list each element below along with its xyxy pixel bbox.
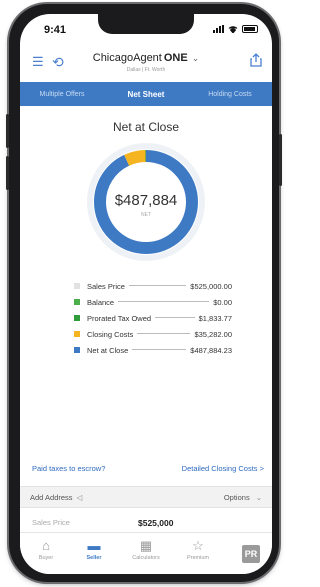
chart-legend: Sales Price $525,000.00 Balance $0.00 Prorat…	[74, 278, 232, 358]
chevron-down-icon: ⌄	[191, 53, 200, 63]
legend-swatch	[74, 299, 80, 305]
legend-leader-line	[155, 316, 195, 318]
nav-premium[interactable]: ☆ Premium	[176, 537, 220, 561]
legend-swatch	[74, 283, 80, 289]
legend-value: $525,000.00	[190, 281, 232, 291]
nav-calculators[interactable]: ▦ Calculators	[124, 537, 168, 561]
paid-taxes-link[interactable]: Paid taxes to escrow?	[32, 464, 105, 473]
app-title[interactable]: ChicagoAgent ONE ⌄	[20, 52, 272, 64]
legend-value: $1,833.77	[198, 313, 232, 323]
legend-value: $35,282.00	[194, 329, 232, 339]
notch	[98, 14, 194, 34]
status-time: 9:41	[44, 24, 67, 36]
brand-name-bold: ONE	[163, 52, 188, 64]
app-header: ☰ ⟲ ChicagoAgent ONE ⌄ Dallas | Ft. Worth	[20, 44, 272, 82]
nav-seller[interactable]: ▬ Seller	[72, 537, 116, 561]
donut-center-value: $487,884	[114, 192, 178, 209]
net-sheet-title: Net at Close	[112, 120, 180, 134]
legend-swatch	[74, 331, 80, 337]
wifi-icon	[228, 26, 238, 33]
volume-button	[6, 114, 9, 148]
add-address-label: Add Address	[30, 493, 73, 502]
legend-label: Balance	[87, 297, 115, 307]
tab-multiple-offers[interactable]: Multiple Offers	[20, 91, 104, 98]
legend-leader-line	[137, 332, 191, 334]
legend-row: Sales Price $525,000.00	[74, 278, 232, 294]
legend-label: Prorated Tax Owed	[87, 313, 152, 323]
legend-label: Sales Price	[87, 281, 125, 291]
sales-price-value: $525,000	[138, 518, 174, 528]
nav-label: Seller	[86, 555, 102, 561]
legend-row: Closing Costs $35,282.00	[74, 326, 232, 342]
legend-leader-line	[128, 284, 187, 286]
power-button	[279, 134, 282, 186]
donut-center-label: NET	[141, 212, 151, 218]
brand-logo: PR	[242, 545, 260, 563]
legend-row: Balance $0.00	[74, 294, 232, 310]
options-dropdown[interactable]: Options ⌄	[224, 493, 262, 502]
send-icon: ◁	[76, 493, 83, 502]
legend-swatch	[74, 315, 80, 321]
status-icons	[213, 25, 258, 33]
options-label: Options	[223, 493, 250, 502]
legend-label: Closing Costs	[87, 329, 134, 339]
house-icon: ⌂	[42, 538, 50, 553]
nav-label: Calculators	[132, 555, 160, 561]
market-subtitle: Dallas | Ft. Worth	[126, 67, 166, 73]
nav-label: Buyer	[38, 555, 54, 561]
legend-row: Prorated Tax Owed $1,833.77	[74, 310, 232, 326]
add-address-button[interactable]: Add Address ◁	[30, 493, 82, 502]
calculator-icon: ▦	[139, 538, 153, 553]
legend-label: Net at Close	[87, 345, 129, 355]
share-icon[interactable]	[250, 53, 262, 67]
legend-value: $487,884.23	[190, 345, 232, 355]
volume-button	[6, 156, 9, 190]
nav-label: Premium	[186, 555, 209, 561]
battery-icon	[242, 25, 258, 33]
seller-icon: ▬	[87, 538, 101, 553]
tab-holding-costs[interactable]: Holding Costs	[188, 91, 272, 98]
sales-price-label: Sales Price	[32, 518, 70, 527]
tab-net-sheet[interactable]: Net Sheet	[104, 90, 188, 99]
star-icon: ☆	[192, 538, 204, 553]
links-row: Paid taxes to escrow? Detailed Closing C…	[20, 464, 272, 478]
legend-swatch	[74, 347, 80, 353]
detailed-closing-costs-link[interactable]: Detailed Closing Costs >	[182, 464, 264, 473]
legend-leader-line	[132, 348, 187, 350]
legend-value: $0.00	[213, 297, 232, 307]
legend-leader-line	[118, 300, 210, 302]
brand-name: ChicagoAgent	[92, 52, 162, 64]
phone-screen: 9:41 ☰ ⟲ ChicagoAgent ONE ⌄ Dallas | Ft. W…	[20, 14, 272, 574]
legend-row: Net at Close $487,884.23	[74, 342, 232, 358]
chevron-down-icon: ⌄	[255, 493, 262, 502]
signal-icon	[213, 25, 224, 33]
address-bar: Add Address ◁ Options ⌄	[20, 486, 272, 508]
tab-bar: Multiple Offers Net Sheet Holding Costs	[20, 82, 272, 106]
sales-price-row: Sales Price $525,000	[20, 518, 272, 532]
nav-buyer[interactable]: ⌂ Buyer	[24, 537, 68, 561]
bottom-nav: ⌂ Buyer ▬ Seller ▦ Calculators ☆ Premium…	[20, 532, 272, 574]
